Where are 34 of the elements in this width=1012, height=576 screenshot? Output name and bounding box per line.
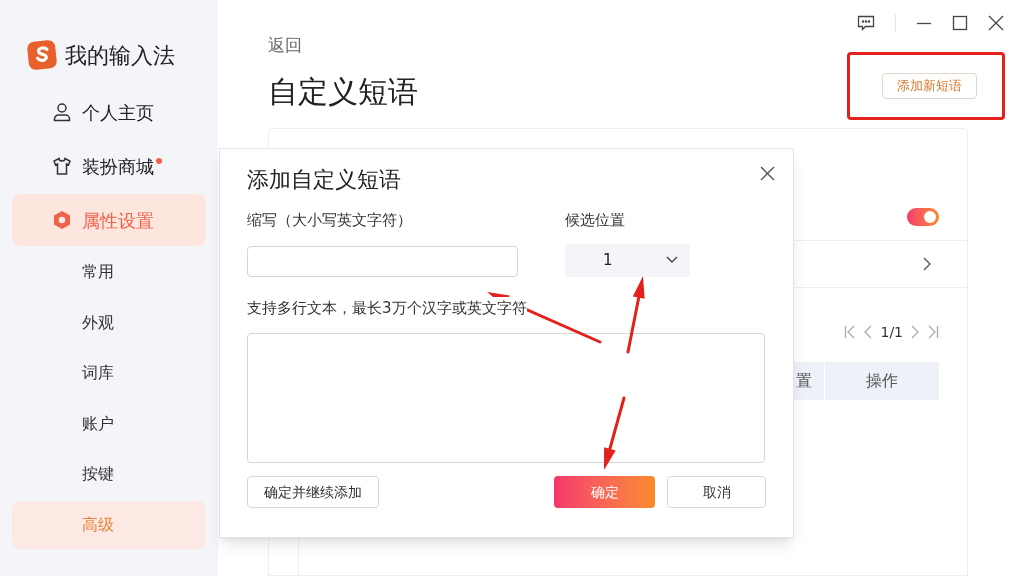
table-header-cell-text: 操作 xyxy=(865,369,899,392)
settings-icon xyxy=(52,210,72,230)
next-page-icon[interactable] xyxy=(911,325,919,339)
field-label: 候选位置 xyxy=(565,210,626,231)
close-icon[interactable] xyxy=(760,166,775,181)
maximize-icon[interactable] xyxy=(952,15,968,31)
page-indicator: 1/1 xyxy=(880,322,903,342)
chevron-right-icon[interactable] xyxy=(923,256,931,271)
previous-page-icon[interactable] xyxy=(864,325,873,339)
sidebar-subitem[interactable]: 词库 xyxy=(12,349,206,398)
sidebar-subitem[interactable]: 按键 xyxy=(12,450,206,499)
dialog-button[interactable]: 取消 xyxy=(667,476,766,508)
last-page-icon[interactable] xyxy=(927,325,939,339)
chevron-down-icon xyxy=(666,256,678,264)
sidebar-subitem[interactable]: 账户 xyxy=(12,399,206,448)
feedback-icon[interactable] xyxy=(857,15,875,31)
close-icon[interactable] xyxy=(988,15,1004,31)
position-select[interactable]: 1 xyxy=(565,243,690,277)
field-label: 缩写（大小写英文字符） xyxy=(247,210,413,231)
sidebar-subitem[interactable]: 外观 xyxy=(12,298,206,347)
page-title: 自定义短语 xyxy=(268,72,418,111)
dialog-button[interactable]: 确定并继续添加 xyxy=(247,476,379,508)
input-field[interactable] xyxy=(247,245,518,277)
user-icon xyxy=(52,102,72,122)
sidebar-item[interactable]: 个人主页 xyxy=(12,86,206,138)
logo-icon xyxy=(27,40,57,70)
shirt-icon xyxy=(52,156,72,176)
sidebar-subitem[interactable]: 常用 xyxy=(12,248,206,297)
first-page-icon[interactable] xyxy=(844,325,857,339)
toggle-switch[interactable] xyxy=(907,207,939,226)
back-link[interactable]: 返回 xyxy=(268,33,302,59)
dialog-title: 添加自定义短语 xyxy=(247,166,401,194)
sidebar-item[interactable]: 装扮商城 xyxy=(12,140,206,192)
app-title: 我的输入法 xyxy=(65,41,175,70)
